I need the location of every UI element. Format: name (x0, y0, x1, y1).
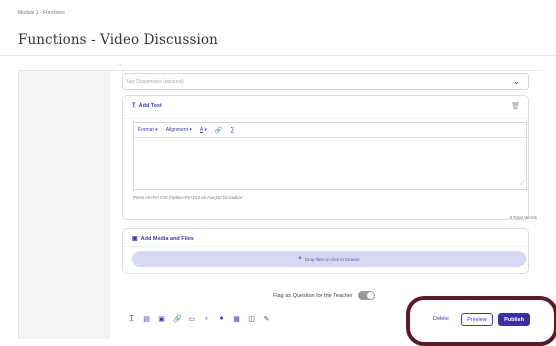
left-sidebar-panel (19, 71, 110, 339)
word-count: 0 Total Words (509, 215, 537, 220)
attachment-toolbar: T̲ ▤ ▣ 🔗 ▭ ♁ ● ▦ ◫ ✎ (128, 315, 270, 323)
editor-toolbar: Format ▾ Alignment ▾ A ▾ 🔗 ∑ (134, 123, 526, 138)
toolbar-hint: Press Alt+Fn+F10 (Option+Fn+F10 on mac)1… (133, 195, 243, 200)
rich-text-editor[interactable]: Format ▾ Alignment ▾ A ▾ 🔗 ∑ ⟋ (133, 122, 527, 190)
add-text-card: T̲ Add Text 🗑 Format ▾ Alignment ▾ A ▾ 🔗… (122, 95, 529, 220)
text-color-menu[interactable]: A ▾ (200, 127, 207, 133)
add-media-card: ▣ Add Media and Files + Drop files or cl… (122, 228, 529, 274)
embed-icon[interactable]: ◫ (248, 315, 255, 323)
pen-icon[interactable]: ✎ (263, 315, 270, 323)
tag-classmates-placeholder: Tag Classmates (optional) (126, 79, 184, 85)
card-divider (124, 118, 527, 119)
trash-icon[interactable]: 🗑 (511, 102, 520, 110)
resize-handle-icon[interactable]: ⟋ (520, 181, 524, 188)
record-icon[interactable]: ● (218, 315, 225, 323)
video-icon[interactable]: ▭ (188, 315, 195, 323)
title-divider (0, 55, 556, 56)
add-text-header: T̲ Add Text (132, 103, 162, 109)
add-text-title: Add Text (138, 103, 162, 109)
chevron-down-icon[interactable]: ⌄ (513, 77, 520, 86)
collapse-caret-icon[interactable]: ⌃ (118, 64, 122, 70)
card-divider (124, 246, 527, 247)
breadcrumb[interactable]: Module 1 - Functions (18, 10, 65, 16)
add-media-header: ▣ Add Media and Files (132, 235, 194, 243)
dropzone-label: Drop files or click to browse (304, 256, 360, 262)
delete-button[interactable]: Delete (433, 316, 449, 322)
text-format-icon: T̲ (132, 103, 136, 109)
image-icon: ▣ (132, 236, 138, 242)
sigma-icon[interactable]: ∑ (230, 127, 234, 133)
file-dropzone[interactable]: + Drop files or click to browse (132, 251, 526, 267)
format-menu[interactable]: Format ▾ (138, 127, 158, 133)
plus-icon: + (298, 256, 302, 262)
link-icon[interactable]: 🔗 (215, 127, 222, 134)
flag-question-row: Flag as Question for the Teacher (273, 291, 375, 300)
publish-button[interactable]: Publish (498, 313, 530, 326)
document-icon[interactable]: ▤ (143, 315, 150, 323)
page-title: Functions - Video Discussion (18, 32, 218, 48)
flag-question-label: Flag as Question for the Teacher (273, 292, 353, 299)
image-icon[interactable]: ▣ (158, 315, 165, 323)
toggle-knob (366, 292, 374, 299)
calendar-icon[interactable]: ▦ (233, 315, 240, 323)
text-icon[interactable]: T̲ (128, 315, 135, 323)
alignment-menu[interactable]: Alignment ▾ (166, 127, 192, 133)
preview-button[interactable]: Preview (461, 313, 493, 326)
flag-question-toggle[interactable] (357, 291, 375, 300)
link-icon[interactable]: 🔗 (173, 315, 182, 323)
add-media-title: Add Media and Files (140, 235, 194, 242)
microphone-icon[interactable]: ♁ (203, 315, 210, 323)
tag-classmates-select[interactable]: Tag Classmates (optional) ⌄ (122, 73, 529, 90)
